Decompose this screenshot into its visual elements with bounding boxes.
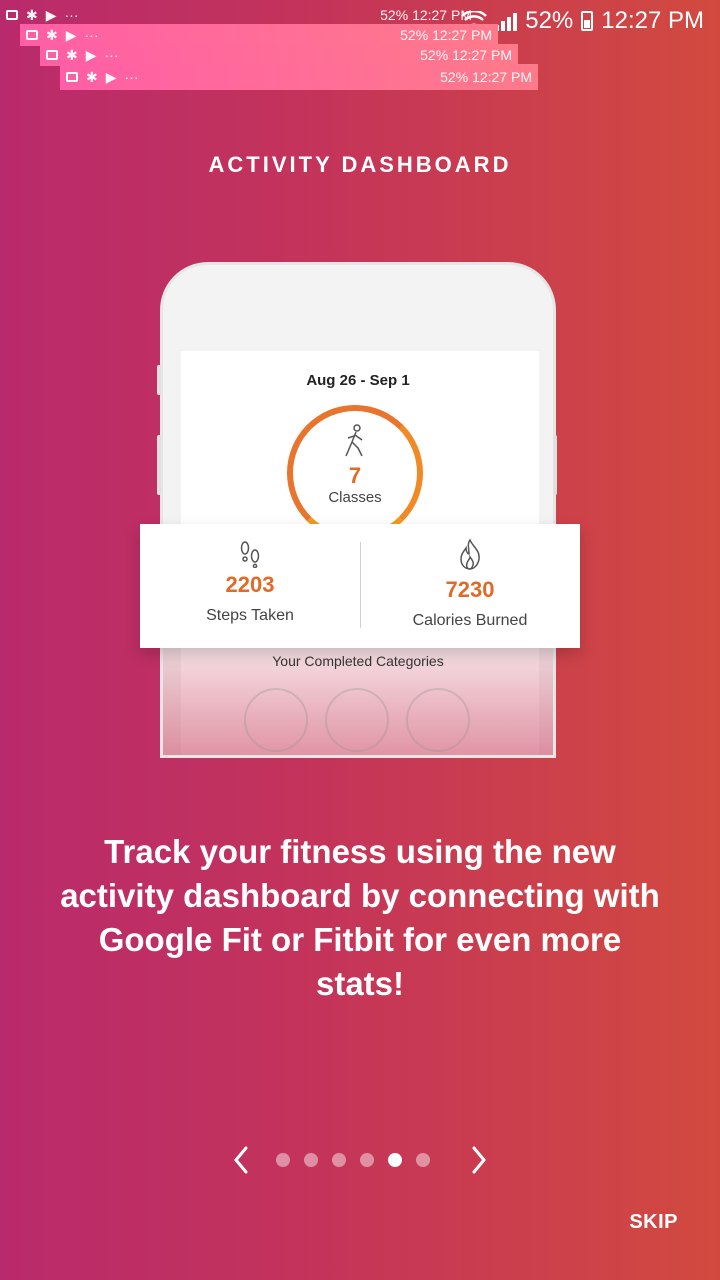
more-icon: ··· [64, 7, 79, 23]
signal-icon [495, 11, 518, 31]
page-dot[interactable] [332, 1153, 346, 1167]
category-stretch-icon [406, 688, 470, 752]
ghost-row: ✱ ▶ ··· 52% 12:27 PM [0, 4, 478, 26]
phone-side-button [553, 435, 557, 495]
description-text: Track your fitness using the new activit… [60, 833, 660, 1002]
phone-side-button [157, 435, 161, 495]
page-dot[interactable] [360, 1153, 374, 1167]
completed-categories-label: Your Completed Categories [272, 653, 444, 669]
more-icon: ··· [104, 47, 119, 63]
ghost-row: ✱ ▶ ··· 52% 12:27 PM [40, 44, 518, 66]
ghost-battery: 52% [440, 69, 469, 85]
asterisk-icon: ✱ [66, 46, 78, 63]
page-dot[interactable] [416, 1153, 430, 1167]
flame-icon [460, 538, 480, 570]
play-icon: ▶ [45, 6, 57, 23]
ghost-time: 12:27 PM [432, 27, 492, 43]
ghost-battery: 52% [400, 27, 429, 43]
calories-stat: 7230 Calories Burned [360, 524, 580, 648]
more-icon: ··· [124, 69, 139, 85]
image-icon [66, 72, 78, 82]
category-yoga-icon [244, 688, 308, 752]
more-icon: ··· [84, 27, 99, 43]
page-dot[interactable] [388, 1153, 402, 1167]
classes-label: Classes [328, 489, 382, 506]
page-indicator [276, 1153, 430, 1167]
ghost-time: 12:27 PM [452, 47, 512, 63]
previous-arrow-icon[interactable] [224, 1142, 260, 1178]
skip-button[interactable]: SKIP [629, 1211, 678, 1234]
steps-label: Steps Taken [206, 607, 294, 624]
battery-icon [581, 11, 594, 31]
asterisk-icon: ✱ [26, 6, 38, 23]
asterisk-icon: ✱ [86, 68, 98, 85]
play-icon: ▶ [65, 26, 77, 43]
asterisk-icon: ✱ [46, 26, 58, 43]
pager [0, 1142, 720, 1178]
ghost-battery: 52% [420, 47, 449, 63]
image-icon [26, 30, 38, 40]
calories-label: Calories Burned [412, 612, 528, 629]
image-icon [6, 10, 18, 20]
ghost-time: 12:27 PM [472, 69, 532, 85]
page-dot[interactable] [304, 1153, 318, 1167]
ghost-row: ✱ ▶ ··· 52% 12:27 PM [20, 24, 498, 46]
date-range: Aug 26 - Sep 1 [306, 372, 410, 389]
battery-percent: 52% [525, 7, 574, 34]
page-dot[interactable] [276, 1153, 290, 1167]
classes-count: 7 [348, 463, 362, 488]
ghost-battery: 52% [380, 7, 409, 23]
image-icon [46, 50, 58, 60]
clock: 12:27 PM [601, 7, 704, 34]
play-icon: ▶ [85, 46, 97, 63]
category-barre-icon [325, 688, 389, 752]
steps-value: 2203 [225, 572, 275, 597]
footprints-icon [240, 541, 260, 568]
running-figure-icon [345, 424, 363, 457]
page-title: ACTIVITY DASHBOARD [208, 152, 512, 177]
stats-card: 2203 Steps Taken 7230 Calories Burned [140, 524, 580, 648]
play-icon: ▶ [105, 68, 117, 85]
calories-value: 7230 [445, 577, 495, 602]
steps-stat: 2203 Steps Taken [140, 524, 360, 648]
ghost-time: 12:27 PM [412, 7, 472, 23]
ghost-row: ✱ ▶ ··· 52% 12:27 PM [60, 64, 538, 90]
next-arrow-icon[interactable] [462, 1142, 498, 1178]
